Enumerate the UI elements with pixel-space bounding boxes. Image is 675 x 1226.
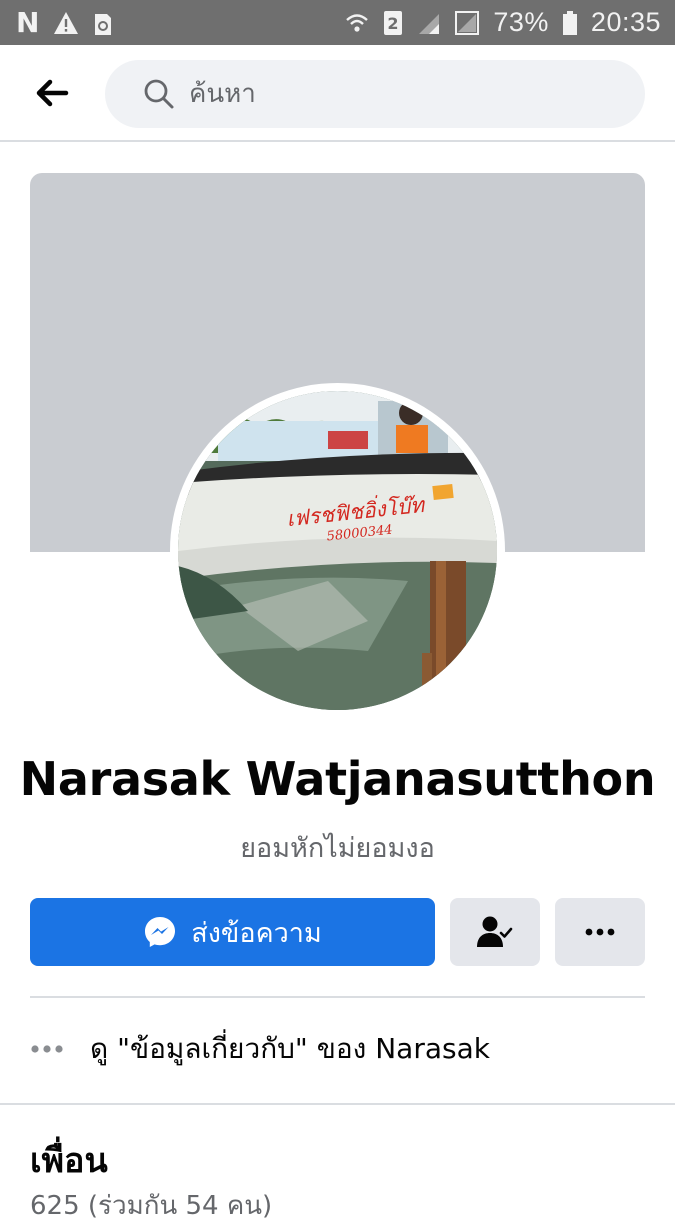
friends-section-title: เพื่อน [30,1141,108,1181]
profile-bio: ยอมหักไม่ยอมงอ [240,833,435,864]
profile-name: Narasak Watjanasutthon [19,752,656,806]
messenger-icon [145,917,176,947]
profile-picture-image: เฟรชฟิชอิ่งโบ๊ท 58000344 [178,391,497,710]
search-input[interactable] [189,79,609,109]
back-arrow-icon [36,79,69,107]
profile-picture[interactable]: เฟรชฟิชอิ่งโบ๊ท 58000344 [178,391,497,710]
friends-count[interactable]: 625 (ร่วมกัน 54 คน) [30,1185,272,1226]
top-bar [0,45,675,142]
status-bar-left: N [16,6,113,39]
section-divider [0,1103,675,1105]
clock: 20:35 [590,7,661,37]
status-bar-right: 2 73% 20:35 [345,7,661,38]
more-dots-icon [585,928,615,936]
svg-text:2: 2 [388,14,399,33]
search-bar[interactable] [105,60,645,128]
send-message-button[interactable]: ส่งข้อความ [30,898,435,966]
status-bar: N 2 73% 20:35 [0,0,675,45]
see-about-link[interactable]: ดู "ข้อมูลเกี่ยวกับ" ของ Narasak [30,1018,645,1080]
send-message-label: ส่งข้อความ [191,917,322,949]
signal-icon [417,11,441,35]
more-options-button[interactable] [555,898,645,966]
divider [30,996,645,998]
more-dots-icon [31,1045,63,1053]
storage-icon [93,10,113,36]
warning-icon [53,11,79,35]
friend-check-icon [477,916,513,947]
search-icon [144,79,174,109]
see-about-label: ดู "ข้อมูลเกี่ยวกับ" ของ Narasak [90,1032,490,1065]
back-button[interactable] [30,73,74,113]
n-notification-icon: N [16,6,40,39]
battery-percent: 73% [493,7,549,37]
wifi-icon [345,11,369,35]
no-signal-icon [455,10,480,35]
sim-2-icon: 2 [383,10,403,36]
friends-status-button[interactable] [450,898,540,966]
battery-icon [562,10,577,35]
